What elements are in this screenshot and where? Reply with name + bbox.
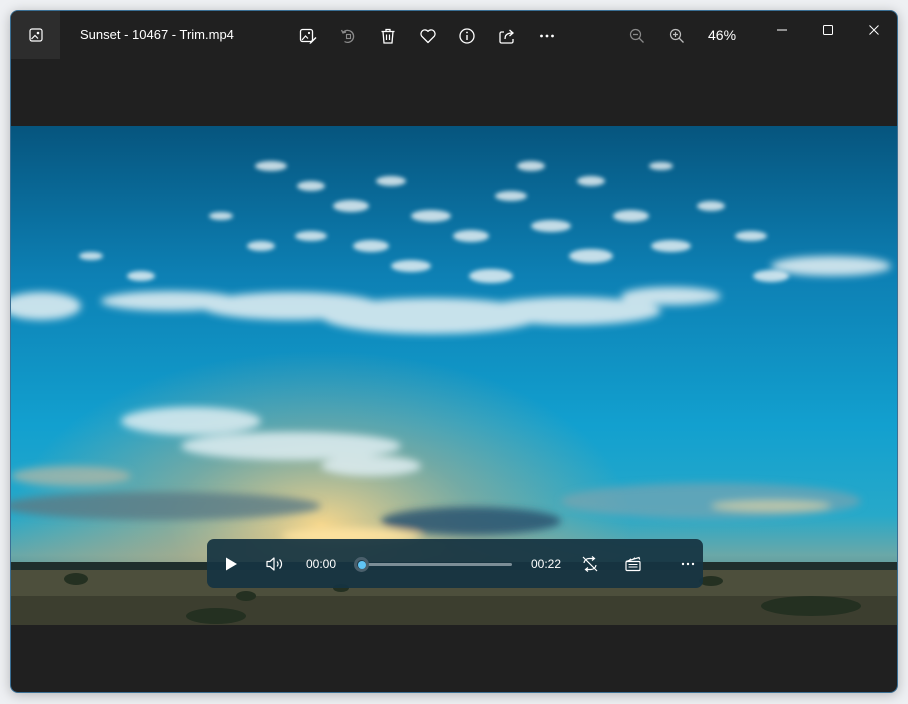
seek-bar[interactable] (361, 563, 512, 566)
zoom-out-icon (629, 28, 644, 43)
repeat-button[interactable] (577, 551, 603, 577)
play-button[interactable] (218, 551, 244, 577)
clipchamp-edit-button[interactable] (620, 551, 646, 577)
zoom-in-icon (669, 28, 684, 43)
close-icon (869, 25, 879, 35)
seek-thumb[interactable] (354, 557, 369, 572)
zoom-in-button[interactable] (664, 23, 690, 49)
more-options-button[interactable] (675, 551, 701, 577)
zoom-out-button[interactable] (624, 23, 650, 49)
share-icon (499, 29, 514, 44)
delete-icon (381, 28, 395, 44)
favorite-icon (420, 29, 436, 44)
edit-image-icon (299, 28, 317, 44)
title-bar: Sunset - 10467 - Trim.mp4 46% (11, 11, 897, 59)
rotate-icon (340, 29, 355, 43)
media-controls-bar: 00:00 00:22 (207, 539, 703, 588)
clapperboard-icon (625, 556, 641, 572)
app-icon[interactable] (11, 11, 60, 59)
volume-button[interactable] (262, 551, 288, 577)
maximize-icon (823, 25, 833, 35)
play-icon (226, 557, 237, 571)
photos-app-window: Sunset - 10467 - Trim.mp4 46% 00:00 00:2… (10, 10, 898, 693)
more-icon (540, 34, 554, 38)
see-more-button[interactable] (534, 23, 560, 49)
rotate-button[interactable] (335, 23, 361, 49)
volume-icon (266, 557, 283, 571)
close-button[interactable] (854, 15, 894, 45)
duration: 00:22 (531, 557, 562, 571)
current-time: 00:00 (306, 557, 337, 571)
minimize-button[interactable] (762, 15, 802, 45)
favorite-button[interactable] (415, 23, 441, 49)
repeat-off-icon (582, 556, 598, 572)
minimize-icon (777, 29, 787, 31)
info-icon (459, 28, 475, 44)
more-icon (681, 562, 695, 566)
file-info-button[interactable] (454, 23, 480, 49)
maximize-button[interactable] (808, 15, 848, 45)
share-button[interactable] (494, 23, 520, 49)
zoom-level[interactable]: 46% (708, 27, 736, 43)
delete-button[interactable] (375, 23, 401, 49)
window-title: Sunset - 10467 - Trim.mp4 (80, 27, 234, 42)
edit-image-button[interactable] (295, 23, 321, 49)
photo-app-icon (28, 28, 43, 42)
